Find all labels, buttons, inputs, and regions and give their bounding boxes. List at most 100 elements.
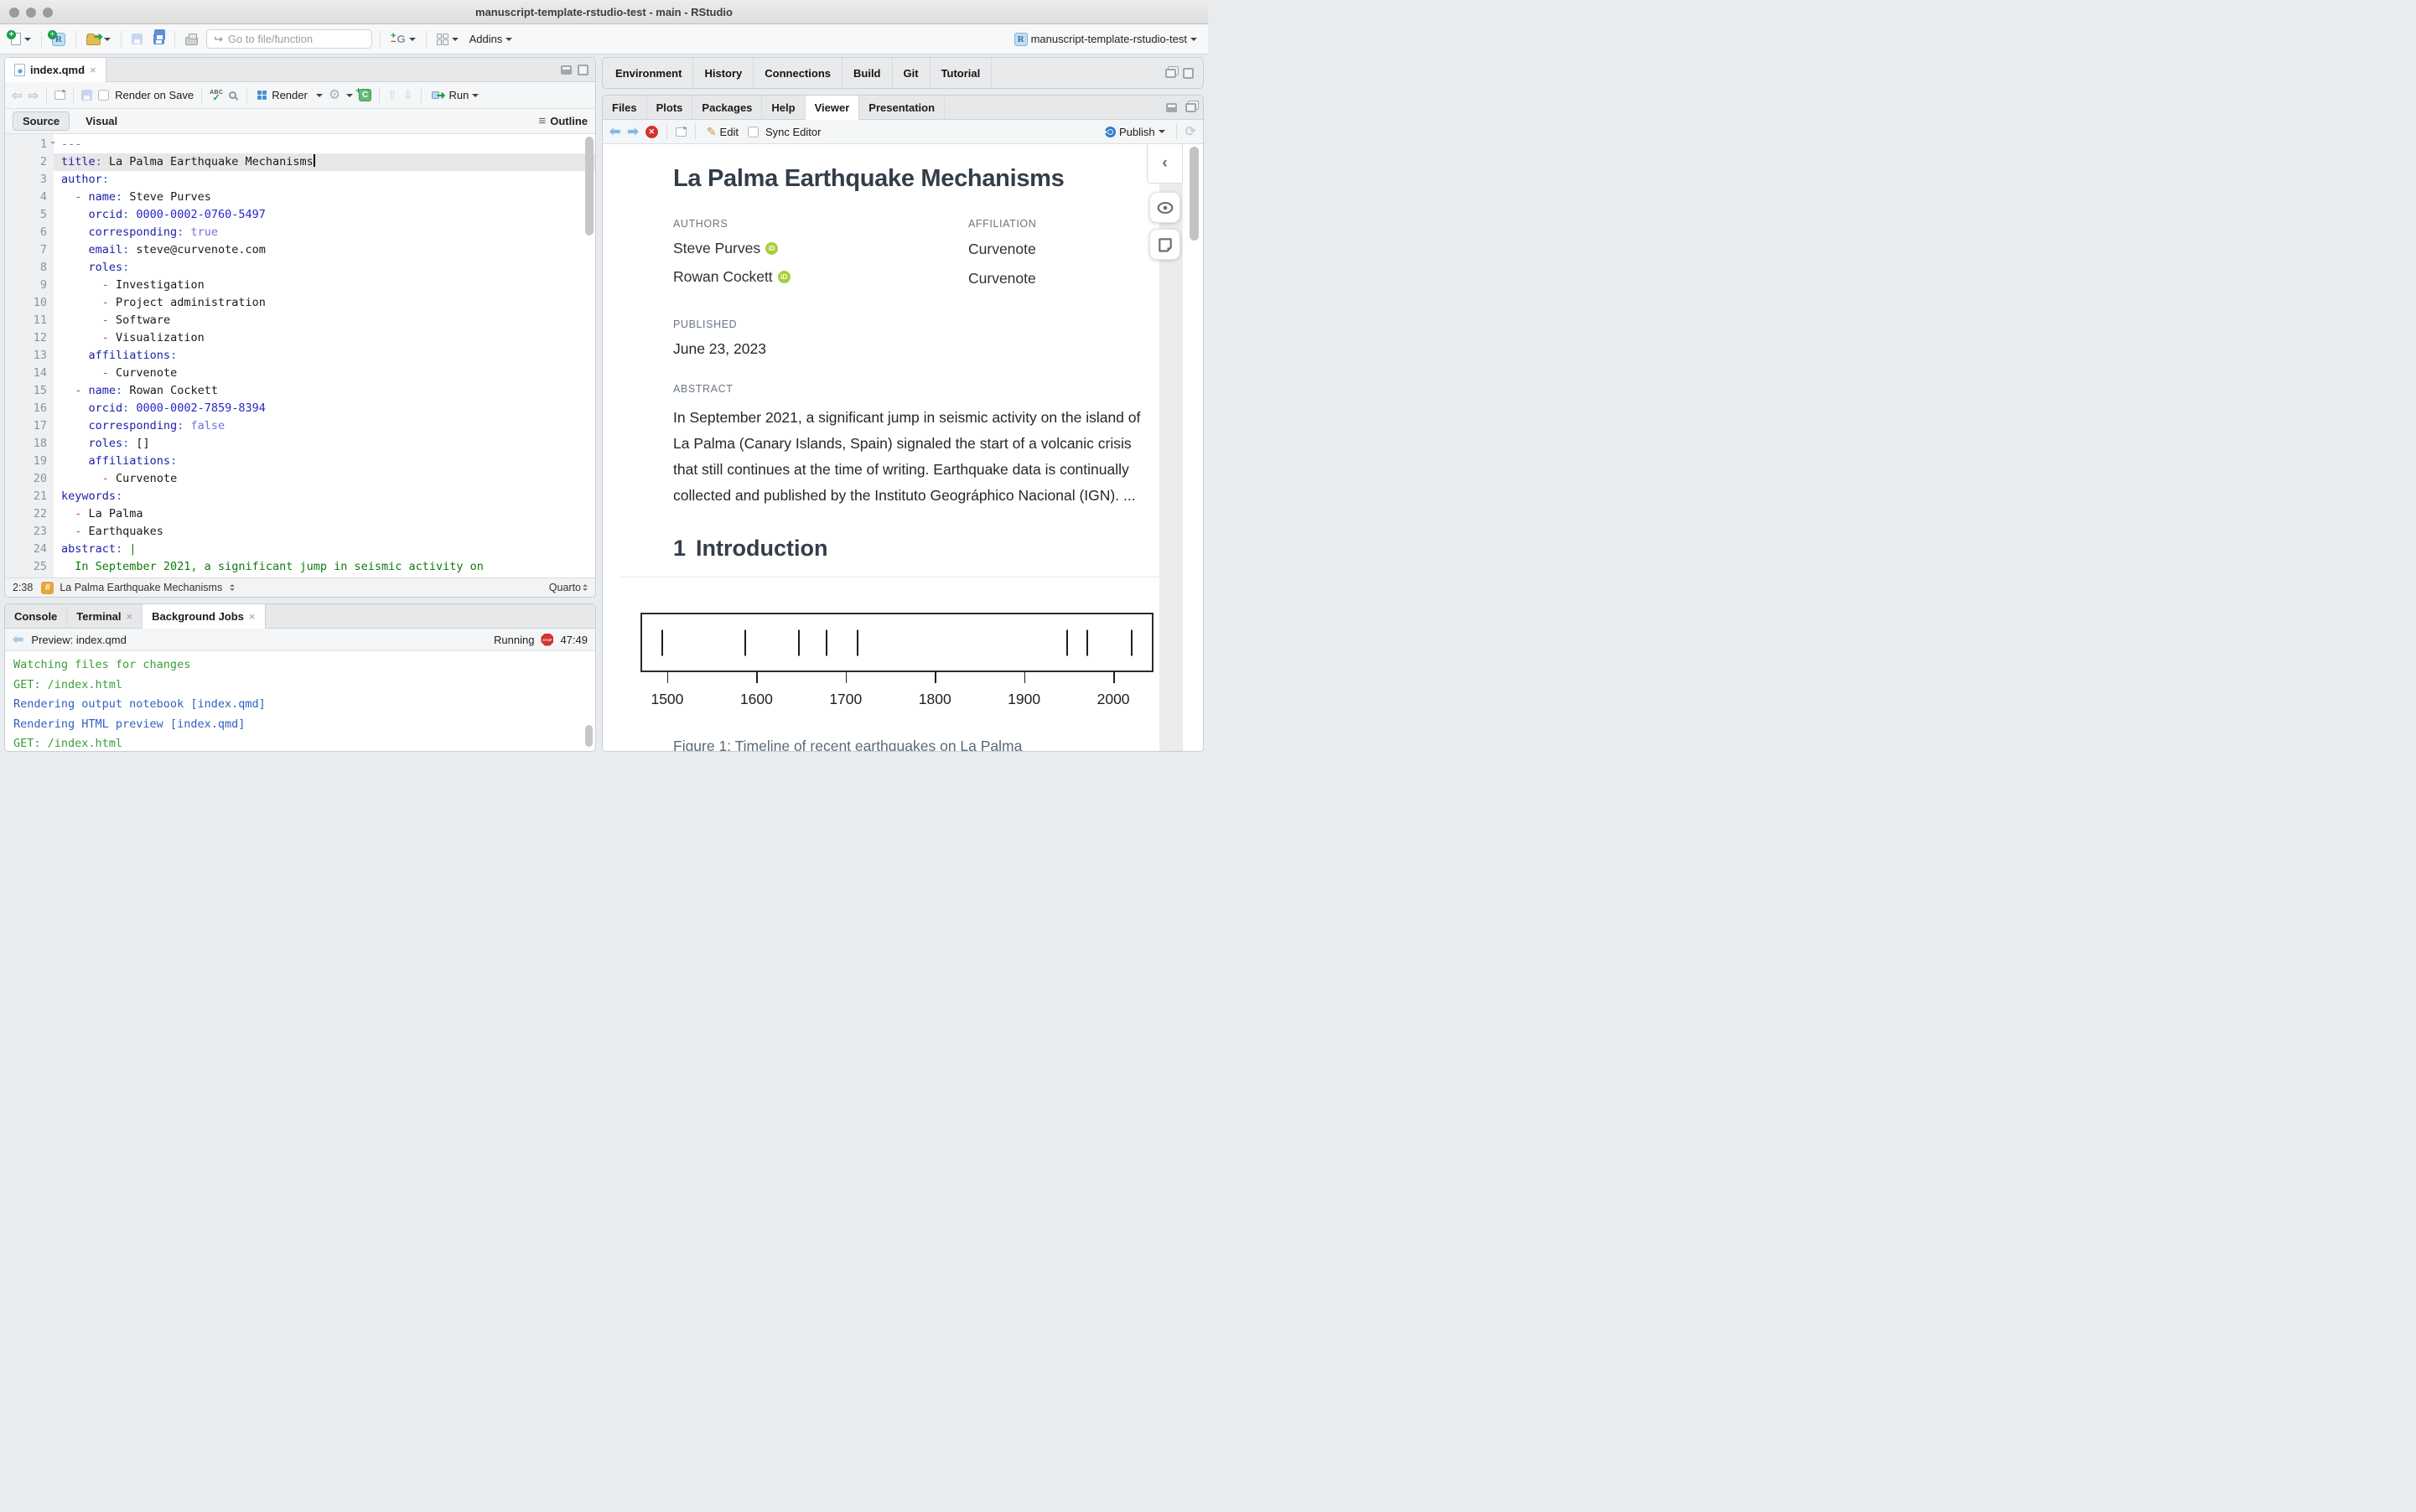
code-editor[interactable]: 1234567891011121314151617181920212223242…	[5, 134, 595, 577]
insert-chunk-icon[interactable]: C	[359, 89, 371, 101]
code-line[interactable]: - Investigation	[54, 277, 595, 294]
minimize-panel-icon[interactable]	[1166, 103, 1177, 112]
gear-dropdown-caret[interactable]	[346, 94, 353, 101]
tab-tutorial[interactable]: Tutorial	[931, 58, 993, 88]
code-line[interactable]: roles: []	[54, 435, 595, 453]
tab-source[interactable]: Source	[13, 111, 70, 131]
workspace-panes-button[interactable]	[434, 32, 461, 47]
close-window-button[interactable]	[9, 8, 19, 18]
version-control-button[interactable]: +−G	[388, 31, 418, 47]
console-output[interactable]: Watching files for changesGET: /index.ht…	[5, 651, 595, 751]
spellcheck-icon[interactable]: ABC✓	[210, 90, 223, 101]
restore-panel-icon[interactable]	[1185, 103, 1196, 112]
orcid-icon[interactable]: iD	[778, 271, 791, 283]
code-line[interactable]: - name: Steve Purves	[54, 189, 595, 206]
code-line[interactable]: orcid: 0000-0002-7859-8394	[54, 400, 595, 417]
run-button[interactable]: ➜ Run	[429, 87, 482, 104]
tab-history[interactable]: History	[693, 58, 754, 88]
zoom-window-button[interactable]	[43, 8, 53, 18]
gear-icon[interactable]: ⚙	[329, 90, 340, 101]
code-line[interactable]: affiliations:	[54, 347, 595, 365]
open-file-button[interactable]: ➔	[84, 31, 113, 47]
save-all-button[interactable]	[151, 32, 167, 46]
code-line[interactable]: orcid: 0000-0002-0760-5497	[54, 206, 595, 224]
code-line[interactable]: - Project administration	[54, 294, 595, 312]
publish-dropdown-caret[interactable]	[1159, 130, 1165, 137]
viewer-scrollbar[interactable]	[1190, 147, 1199, 241]
viewer-popout-icon[interactable]	[676, 127, 687, 137]
tab-connections[interactable]: Connections	[754, 58, 842, 88]
tab-viewer[interactable]: Viewer	[806, 96, 860, 120]
tab-git[interactable]: Git	[893, 58, 931, 88]
tab-visual[interactable]: Visual	[76, 112, 127, 130]
code-line[interactable]: corresponding: false	[54, 417, 595, 435]
code-line[interactable]: - Earthquakes	[54, 523, 595, 541]
save-document-icon[interactable]	[81, 90, 92, 101]
restore-panel-icon[interactable]	[1165, 69, 1176, 78]
code-line[interactable]: affiliations:	[54, 453, 595, 470]
addins-dropdown-caret[interactable]	[505, 38, 512, 44]
viewer-stop-icon[interactable]: ✕	[645, 126, 658, 138]
version-control-dropdown-caret[interactable]	[409, 38, 416, 44]
code-line[interactable]: - Curvenote	[54, 365, 595, 382]
addins-button[interactable]: Addins	[467, 31, 516, 47]
code-line[interactable]: keywords:	[54, 488, 595, 505]
annotation-visibility-button[interactable]	[1149, 192, 1180, 223]
close-tab-icon[interactable]: ×	[127, 610, 133, 623]
tab-packages[interactable]: Packages	[692, 96, 762, 119]
back-icon[interactable]: ⇦	[12, 88, 23, 103]
project-dropdown-caret[interactable]	[1190, 38, 1197, 44]
code-line[interactable]: the island of La Palma (Canary Islands, …	[54, 576, 595, 577]
page-note-button[interactable]	[1149, 229, 1180, 260]
project-menu-button[interactable]: R manuscript-template-rstudio-test	[1012, 31, 1200, 48]
tab-console[interactable]: Console	[5, 604, 67, 628]
editor-scrollbar[interactable]	[585, 137, 594, 236]
tab-background-jobs[interactable]: Background Jobs×	[143, 604, 265, 629]
sync-editor-checkbox[interactable]	[748, 127, 759, 137]
goto-file-input[interactable]: ↪ Go to file/function	[206, 29, 372, 49]
run-next-icon[interactable]: ⇩	[403, 88, 413, 102]
code-line[interactable]: - Visualization	[54, 329, 595, 347]
forward-icon[interactable]: ⇨	[29, 88, 39, 103]
orcid-icon[interactable]: iD	[765, 242, 778, 255]
refresh-icon[interactable]: ⟳	[1185, 123, 1196, 140]
new-file-button[interactable]: +	[8, 31, 34, 47]
section-selector[interactable]: # La Palma Earthquake Mechanisms	[41, 582, 540, 594]
new-project-button[interactable]: R+	[49, 31, 68, 48]
minimize-panel-icon[interactable]	[561, 65, 572, 75]
code-line[interactable]: email: steve@curvenote.com	[54, 241, 595, 259]
tab-environment[interactable]: Environment	[604, 58, 693, 88]
render-on-save-checkbox[interactable]	[98, 90, 109, 101]
stop-job-icon[interactable]: STOP	[541, 634, 553, 646]
format-selector[interactable]: Quarto	[549, 582, 588, 593]
viewer-forward-icon[interactable]: ➡	[627, 123, 638, 140]
code-line[interactable]: - La Palma	[54, 505, 595, 523]
code-lines[interactable]: ---title: La Palma Earthquake Mechanisms…	[54, 134, 595, 577]
code-line[interactable]: ---	[54, 136, 595, 153]
close-tab-icon[interactable]: ×	[249, 610, 256, 623]
code-line[interactable]: title: La Palma Earthquake Mechanisms	[54, 153, 595, 171]
maximize-panel-icon[interactable]	[578, 65, 588, 75]
edit-button[interactable]: ✎ Edit	[704, 123, 741, 141]
save-button[interactable]	[129, 32, 145, 46]
panes-dropdown-caret[interactable]	[452, 38, 459, 44]
tab-build[interactable]: Build	[842, 58, 893, 88]
close-tab-icon[interactable]: ×	[90, 64, 96, 76]
render-dropdown-caret[interactable]	[316, 94, 323, 101]
publish-button[interactable]: Publish	[1102, 124, 1168, 140]
print-button[interactable]	[183, 32, 200, 47]
tab-presentation[interactable]: Presentation	[859, 96, 945, 119]
open-in-new-window-icon[interactable]	[54, 91, 65, 100]
code-line[interactable]: - name: Rowan Cockett	[54, 382, 595, 400]
minimize-window-button[interactable]	[26, 8, 36, 18]
tab-help[interactable]: Help	[762, 96, 805, 119]
console-scrollbar[interactable]	[585, 725, 593, 747]
code-line[interactable]: - Software	[54, 312, 595, 329]
new-file-dropdown-caret[interactable]	[24, 38, 31, 44]
render-button[interactable]: Render	[255, 87, 310, 103]
tab-terminal[interactable]: Terminal×	[67, 604, 143, 628]
run-dropdown-caret[interactable]	[472, 94, 479, 101]
jobs-back-icon[interactable]: ⬅	[13, 631, 23, 648]
tab-index-qmd[interactable]: index.qmd ×	[5, 58, 106, 82]
search-icon[interactable]	[229, 91, 236, 99]
